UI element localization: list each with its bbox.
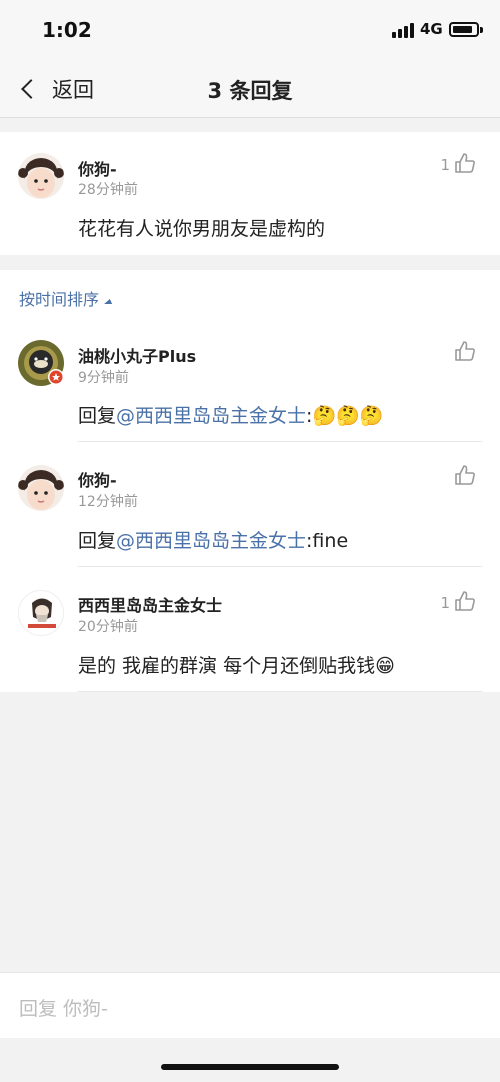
sort-label: 按时间排序 [19,290,100,309]
signal-icon [392,22,414,38]
reply-text: 回复@西西里岛岛主金女士:🤔🤔🤔 [78,401,383,428]
like-count: 1 [440,594,450,612]
username[interactable]: 你狗- [78,156,117,180]
chevron-left-icon [21,79,41,99]
timestamp: 12分钟前 [78,494,138,510]
back-label: 返回 [52,78,94,102]
screen: 1:02 4G 返回 3 条回复 你狗- 28分钟前 花花有人说你男朋友是虚构的… [0,0,500,1082]
reply-text: 是的 我雇的群演 每个月还倒贴我钱😁 [78,651,395,678]
timestamp: 20分钟前 [78,619,138,635]
status-bar: 1:02 4G [0,0,500,60]
thumbs-up-icon [455,341,475,361]
sort-toggle[interactable]: 按时间排序 [19,286,114,310]
like-count: 1 [440,156,450,174]
avatar[interactable] [18,153,64,199]
username[interactable]: 油桃小丸子Plus [78,343,196,367]
status-time: 1:02 [42,18,92,42]
username[interactable]: 西西里岛岛主金女士 [78,592,222,616]
reply-text: 回复@西西里岛岛主金女士:fine [78,526,348,553]
replies-section: 按时间排序 油桃小丸子Plus 9分钟前 回复@西西里岛岛主金女士:🤔🤔🤔 你狗… [0,270,500,692]
divider [78,441,482,442]
like-button[interactable] [454,464,476,486]
reply-bar: 回复 你狗- [0,972,500,1038]
reply-input[interactable]: 回复 你狗- [19,994,108,1021]
username[interactable]: 你狗- [78,467,117,491]
reply-suffix: :fine [306,530,349,552]
divider [78,691,482,692]
back-button[interactable]: 返回 [16,73,94,105]
sort-caret-icon [104,298,114,304]
avatar[interactable] [18,340,64,386]
like-button[interactable] [454,340,476,362]
avatar[interactable] [18,465,64,511]
thumbs-up-icon [455,153,475,173]
mention-link[interactable]: @西西里岛岛主金女士 [116,405,306,427]
original-comment: 你狗- 28分钟前 花花有人说你男朋友是虚构的 1 [0,132,500,255]
network-label: 4G [420,20,443,38]
thumbs-up-icon [455,465,475,485]
nav-bar: 返回 3 条回复 [0,60,500,118]
timestamp: 28分钟前 [78,182,138,198]
reply-prefix: 回复 [78,405,117,427]
emoji-text: 😁 [375,655,395,677]
emoji-text: 🤔🤔🤔 [312,405,384,427]
avatar[interactable] [18,590,64,636]
reply-prefix: 是的 我雇的群演 每个月还倒贴我钱 [78,655,376,677]
mention-link[interactable]: @西西里岛岛主金女士 [116,530,306,552]
timestamp: 9分钟前 [78,370,129,386]
home-indicator[interactable] [161,1064,339,1070]
thumbs-up-icon [455,591,475,611]
battery-icon [449,22,483,37]
like-button[interactable]: 1 [440,152,476,174]
comment-text: 花花有人说你男朋友是虚构的 [78,218,326,240]
reply-prefix: 回复 [78,530,117,552]
divider [78,566,482,567]
like-button[interactable]: 1 [440,590,476,612]
